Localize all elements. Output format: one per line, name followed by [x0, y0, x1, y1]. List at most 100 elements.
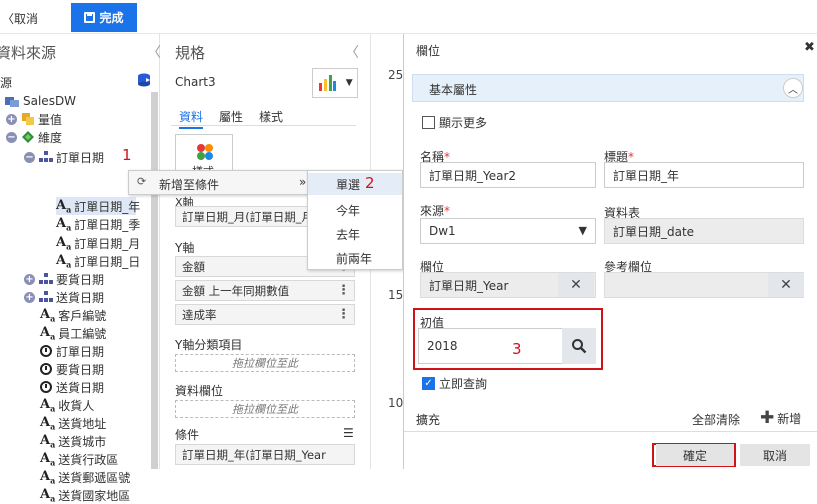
refresh-icon[interactable] — [136, 72, 152, 88]
tree-item-order-date-2[interactable]: 訂單日期 — [40, 342, 104, 360]
show-more-row[interactable]: 顯示更多 — [422, 114, 487, 131]
collapse-icon[interactable]: − — [6, 131, 17, 143]
caret-down-icon: ▼ — [578, 224, 587, 237]
tree-label: 訂單日期_年 — [74, 199, 141, 214]
submenu-item-two-years-ago[interactable]: 前兩年 — [308, 247, 402, 269]
left-scrollbar[interactable] — [151, 92, 158, 469]
tree-label: 送貨地址 — [58, 416, 107, 431]
tree-item-ship-country[interactable]: Aa 送貨國家地區 — [40, 486, 130, 504]
instant-query-row[interactable]: ✓ 立即查詢 — [422, 375, 487, 392]
menu-item-add-to-condition[interactable]: 新增至條件 — [159, 176, 219, 193]
tab-data[interactable]: 資料 — [179, 108, 204, 129]
dimensions-icon — [22, 131, 34, 143]
tree-item-order-date[interactable]: − 訂單日期 — [24, 148, 104, 166]
tree-item-dimensions[interactable]: − 維度 — [6, 128, 62, 146]
show-more-label: 顯示更多 — [439, 116, 488, 130]
attribute-icon: Aa — [56, 252, 72, 270]
tree-item-receiver[interactable]: Aa 收貨人 — [40, 396, 94, 414]
clock-icon — [40, 381, 52, 393]
instant-query-checkbox[interactable]: ✓ — [422, 377, 435, 390]
submenu-item-last-year[interactable]: 去年 — [308, 223, 402, 245]
ok-button[interactable]: 確定 — [656, 444, 734, 466]
collapse-icon[interactable]: − — [24, 151, 35, 163]
tree-label: 訂單日期 — [56, 150, 105, 165]
tree-item-salesdw[interactable]: SalesDW — [4, 92, 76, 110]
submenu-item-this-year[interactable]: 今年 — [308, 199, 402, 221]
tree-item-ship-date[interactable]: + 送貨日期 — [24, 288, 104, 306]
tree-item-ship-region[interactable]: Aa 送貨行政區 — [40, 450, 118, 468]
save-icon — [84, 12, 96, 23]
tree-item-measures[interactable]: + 量值 — [6, 110, 62, 128]
tree-item-require-date[interactable]: + 要貨日期 — [24, 270, 104, 288]
expand-label: 擴充 — [416, 413, 441, 427]
tree-item-ship-date-2[interactable]: 送貨日期 — [40, 378, 104, 396]
name-input[interactable]: 訂單日期_Year2 — [420, 162, 596, 188]
tree-label: SalesDW — [23, 94, 77, 108]
table-input: 訂單日期_date — [604, 218, 804, 244]
close-icon[interactable]: ✖ — [804, 40, 815, 55]
tree-label: 客戶編號 — [58, 308, 107, 323]
more-icon[interactable]: ⋮ — [337, 307, 350, 322]
palette-icon — [197, 144, 213, 160]
attribute-icon: Aa — [40, 468, 56, 486]
expand-icon[interactable]: + — [6, 113, 17, 125]
expand-icon[interactable]: + — [24, 273, 35, 285]
y-axis-field[interactable]: 金額 上一年同期數值 ⋮ — [175, 280, 355, 301]
source-select[interactable]: Dw1 ▼ — [420, 218, 596, 244]
tree-item-order-day[interactable]: Aa 訂單日期_日 — [56, 252, 140, 270]
cancel-top-button[interactable]: 〈取消 — [2, 10, 38, 27]
attribute-icon: Aa — [40, 396, 56, 414]
tree-item-order-year[interactable]: Aa 訂單日期_年 — [56, 197, 140, 215]
caret-down-icon: ▼ — [345, 78, 353, 88]
tree-label: 送貨郵遞區號 — [58, 470, 131, 485]
tree-label: 送貨國家地區 — [58, 488, 131, 503]
field-tool-button[interactable]: ✕ — [558, 273, 594, 297]
cancel-top-label: 取消 — [14, 12, 39, 26]
database-icon — [5, 97, 19, 107]
ref-tool-button[interactable]: ✕ — [768, 273, 804, 297]
chart-name: Chart3 — [175, 75, 216, 89]
done-button[interactable]: 完成 — [71, 3, 137, 32]
data-field-drop-zone[interactable]: 拖拉欄位至此 — [175, 400, 355, 418]
y-group-drop-zone[interactable]: 拖拉欄位至此 — [175, 354, 355, 372]
search-button[interactable] — [562, 328, 596, 364]
title-input[interactable]: 訂單日期_年 — [604, 162, 804, 188]
y-tick-label: 25 — [388, 68, 404, 82]
tree-label: 訂單日期_月 — [74, 236, 141, 251]
chart-type-selector[interactable]: ▼ — [312, 68, 358, 98]
tree-item-ship-address[interactable]: Aa 送貨地址 — [40, 414, 106, 432]
tab-properties[interactable]: 屬性 — [219, 108, 243, 125]
tree-item-order-month[interactable]: Aa 訂單日期_月 — [56, 234, 140, 252]
tab-style[interactable]: 樣式 — [259, 108, 283, 125]
list-icon[interactable]: ☰ — [343, 426, 354, 440]
clear-all-button[interactable]: 全部清除 — [692, 411, 740, 428]
attribute-icon: Aa — [56, 197, 72, 215]
tree-item-require-date-2[interactable]: 要貨日期 — [40, 360, 104, 378]
tools-icon: ✕ — [570, 277, 582, 293]
add-button[interactable]: ✚ 新增 — [760, 408, 801, 428]
submenu-item-single[interactable]: 單選 — [308, 173, 402, 195]
chevron-up-icon[interactable]: ︿ — [783, 78, 803, 98]
chevron-left-icon: 〈 — [2, 12, 15, 26]
cancel-button[interactable]: 取消 — [740, 444, 810, 466]
plus-icon: ✚ — [760, 408, 775, 428]
y-axis-field[interactable]: 達成率 ⋮ — [175, 304, 355, 325]
tree-item-ship-postal[interactable]: Aa 送貨郵遞區號 — [40, 468, 130, 486]
more-icon[interactable]: ⋮ — [337, 283, 350, 298]
expand-icon[interactable]: + — [24, 291, 35, 303]
tree-item-employee-id[interactable]: Aa 員工編號 — [40, 324, 106, 342]
collapse-spec-button[interactable]: 〈 — [345, 42, 359, 62]
hierarchy-icon — [39, 151, 53, 162]
tree-item-customer-id[interactable]: Aa 客戶編號 — [40, 306, 106, 324]
y-field-label: 金額 — [182, 259, 205, 274]
tree-label: 訂單日期_日 — [74, 254, 141, 269]
tree-item-order-quarter[interactable]: Aa 訂單日期_季 — [56, 215, 140, 233]
condition-field[interactable]: 訂單日期_年(訂單日期_Year — [175, 444, 355, 465]
attribute-icon: Aa — [40, 432, 56, 450]
tree-item-ship-city[interactable]: Aa 送貨城市 — [40, 432, 106, 450]
basic-props-header[interactable]: 基本屬性 ︿ — [412, 74, 804, 102]
collapse-panel-button[interactable]: 〈 — [147, 42, 161, 62]
show-more-checkbox[interactable] — [422, 116, 435, 129]
attribute-icon: Aa — [40, 414, 56, 432]
attribute-icon: Aa — [40, 450, 56, 468]
